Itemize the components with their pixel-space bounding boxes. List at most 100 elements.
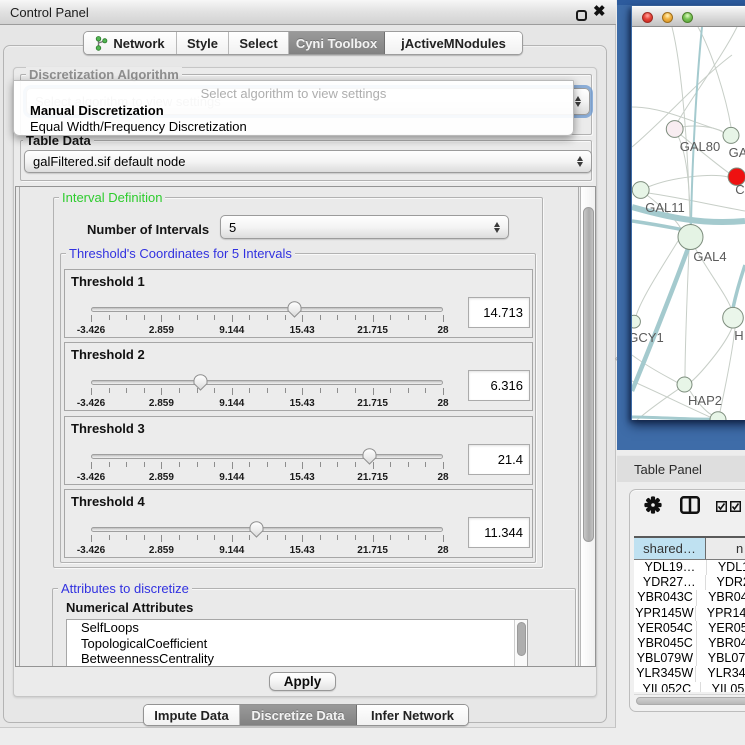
cell-name[interactable]: YLR345W: [696, 666, 745, 681]
node-table: shared… n… YDL19…YDL19YDR27…YDR27YBR043C…: [634, 536, 745, 692]
slider-tick-label: 28: [437, 545, 448, 556]
cell-shared-name[interactable]: YER054C: [634, 621, 697, 636]
float-window-icon[interactable]: [576, 10, 587, 21]
attributes-scrollbar-thumb[interactable]: [517, 622, 526, 656]
svg-text:H: H: [734, 328, 743, 343]
control-panel-tabs: Network Style Select Cyni Toolbox jActiv…: [83, 31, 523, 55]
table-row[interactable]: YBR045CYBR045C: [634, 636, 745, 651]
slider-tick-label: -3.426: [77, 472, 105, 483]
tab-discretize-data[interactable]: Discretize Data: [240, 705, 357, 725]
cell-name[interactable]: YDL19: [707, 560, 745, 575]
slider-tick: [285, 535, 286, 540]
threshold-value-field[interactable]: 21.4: [468, 444, 530, 475]
slider-tick-label: 2.859: [149, 545, 174, 556]
settings-scrollbar-thumb[interactable]: [583, 207, 594, 542]
table-panel-titlebar: Table Panel: [617, 455, 745, 482]
cell-name[interactable]: YDR27: [706, 575, 745, 590]
cell-shared-name[interactable]: YIL052C: [634, 682, 701, 693]
slider-tick: [214, 535, 215, 540]
threshold-value-field[interactable]: 11.344: [468, 517, 530, 548]
network-canvas[interactable]: GAL80GACGAL11GAL4GCY1HHAP2: [632, 27, 745, 420]
cell-shared-name[interactable]: YLR345W: [634, 666, 696, 681]
threshold-slider-track[interactable]: [91, 307, 443, 312]
threshold-slider-thumb[interactable]: [193, 374, 208, 391]
cell-name[interactable]: YBR043C: [697, 590, 745, 605]
table-row[interactable]: YBR043CYBR043C: [634, 590, 745, 605]
tab-jactivemnodules-label: jActiveMNodules: [401, 36, 506, 51]
slider-tick: [161, 462, 162, 469]
cell-shared-name[interactable]: YBR043C: [634, 590, 697, 605]
popup-prompt-item[interactable]: Select algorithm to view settings: [14, 86, 573, 101]
tab-select[interactable]: Select: [229, 32, 289, 54]
close-window-icon[interactable]: ✖: [593, 2, 606, 20]
slider-tick: [302, 315, 303, 322]
table-row[interactable]: YIL052CYIL052C: [634, 682, 745, 693]
minimize-traffic-light[interactable]: [662, 12, 673, 23]
threshold-slider-thumb[interactable]: [249, 521, 264, 538]
apply-button[interactable]: Apply: [269, 672, 336, 691]
attributes-list-scrollbar[interactable]: [514, 620, 527, 667]
slider-tick: [109, 388, 110, 393]
threshold-slider-track[interactable]: [91, 380, 443, 385]
control-panel-title: Control Panel: [10, 5, 89, 20]
cell-name[interactable]: YBL079W: [697, 651, 745, 666]
table-row[interactable]: YDR27…YDR27: [634, 575, 745, 590]
table-data-combobox[interactable]: galFiltered.sif default node: [24, 150, 592, 173]
cell-name[interactable]: YER054C: [697, 621, 745, 636]
tab-jactivemnodules[interactable]: jActiveMNodules: [385, 32, 522, 54]
tab-impute-data[interactable]: Impute Data: [144, 705, 240, 725]
threshold-slider-thumb[interactable]: [287, 301, 302, 318]
numerical-attributes-list[interactable]: SelfLoopsTopologicalCoefficientBetweenne…: [66, 619, 528, 667]
checkbox-icon[interactable]: [730, 499, 741, 517]
checkbox-icon[interactable]: [716, 499, 727, 517]
application-root: GAL80GACGAL11GAL4GCY1HHAP2 Table Panel: [0, 0, 745, 745]
attribute-list-item[interactable]: BetweennessCentrality: [67, 651, 527, 667]
popup-item-equal-width-frequency[interactable]: Equal Width/Frequency Discretization: [17, 118, 572, 135]
table-row[interactable]: YLR345WYLR345W: [634, 666, 745, 681]
cell-shared-name[interactable]: YDR27…: [634, 575, 706, 590]
table-row[interactable]: YDL19…YDL19: [634, 560, 745, 575]
table-row[interactable]: YBL079WYBL079W: [634, 651, 745, 666]
zoom-traffic-light[interactable]: [682, 12, 693, 23]
slider-tick: [126, 535, 127, 540]
threshold-slider-track[interactable]: [91, 454, 443, 459]
tab-infer-network[interactable]: Infer Network: [357, 705, 468, 725]
slider-tick-label: -3.426: [77, 398, 105, 409]
slider-tick: [443, 462, 444, 469]
tab-style[interactable]: Style: [177, 32, 229, 54]
column-header-name[interactable]: n…: [706, 538, 745, 559]
splitter-collapse-icon[interactable]: ‹: [615, 355, 620, 362]
cell-name[interactable]: YBR045C: [697, 636, 745, 651]
popup-item-manual-discretization[interactable]: Manual Discretization: [17, 102, 572, 119]
cell-shared-name[interactable]: YPR145W: [634, 606, 696, 621]
table-header-row: shared… n…: [634, 538, 745, 560]
table-row[interactable]: YER054CYER054C: [634, 621, 745, 636]
tab-network[interactable]: Network: [84, 32, 177, 54]
cell-shared-name[interactable]: YBR045C: [634, 636, 697, 651]
cell-name[interactable]: YPR145W: [696, 606, 745, 621]
settings-vertical-scrollbar[interactable]: [580, 187, 596, 666]
column-view-icon[interactable]: [680, 496, 700, 519]
cell-shared-name[interactable]: YBL079W: [634, 651, 697, 666]
cell-name[interactable]: YIL052C: [701, 682, 745, 693]
threshold-slider-track[interactable]: [91, 527, 443, 532]
attribute-list-item[interactable]: SelfLoops: [67, 620, 527, 636]
attribute-list-item[interactable]: TopologicalCoefficient: [67, 636, 527, 652]
slider-tick: [285, 462, 286, 467]
table-hscrollbar-thumb[interactable]: [636, 697, 745, 705]
cell-shared-name[interactable]: YDL19…: [634, 560, 707, 575]
network-window-titlebar[interactable]: [632, 6, 745, 27]
table-row[interactable]: YPR145WYPR145W: [634, 606, 745, 621]
close-traffic-light[interactable]: [642, 12, 653, 23]
threshold-value-field[interactable]: 6.316: [468, 370, 530, 401]
tab-cyni-toolbox[interactable]: Cyni Toolbox: [289, 32, 385, 54]
svg-text:GCY1: GCY1: [632, 330, 664, 345]
gear-icon[interactable]: [644, 496, 662, 519]
number-of-intervals-combobox[interactable]: 5: [220, 215, 509, 239]
table-horizontal-scrollbar[interactable]: [634, 694, 745, 707]
slider-tick-label: 9.144: [219, 545, 244, 556]
column-header-shared-name[interactable]: shared…: [634, 538, 706, 559]
threshold-slider-thumb[interactable]: [362, 448, 377, 465]
slider-tick-label: 15.43: [290, 545, 315, 556]
threshold-value-field[interactable]: 14.713: [468, 297, 530, 328]
